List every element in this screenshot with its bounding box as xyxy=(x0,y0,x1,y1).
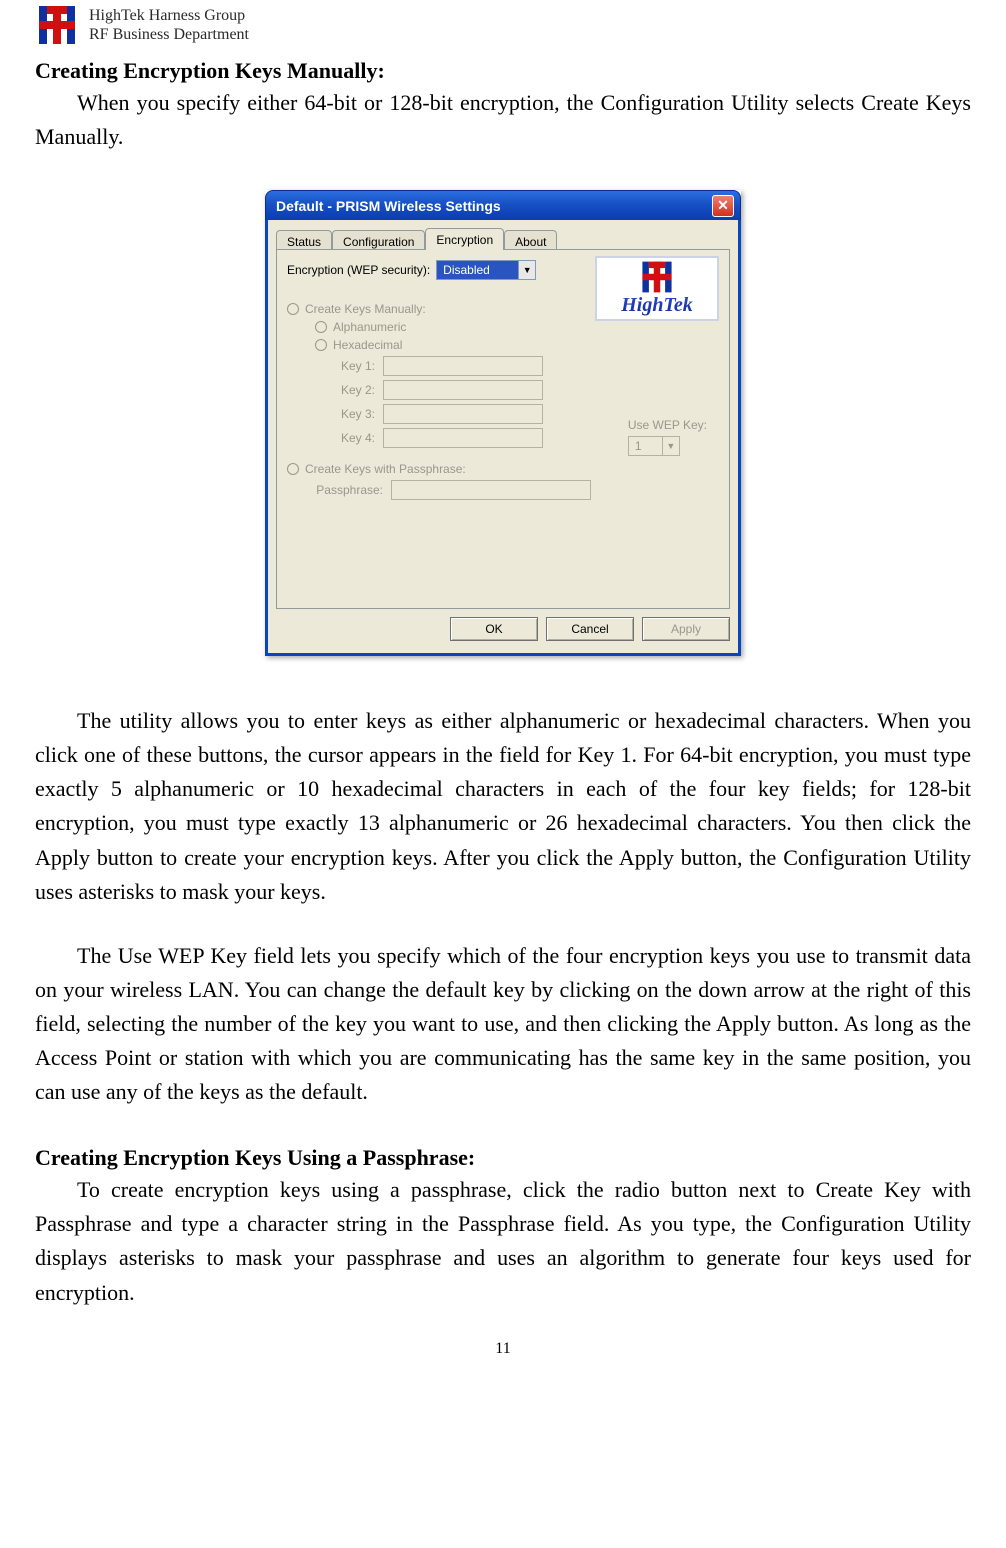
tab-row: Status Configuration Encryption About xyxy=(276,228,730,250)
wep-label: Encryption (WEP security): xyxy=(287,263,430,277)
passphrase-label: Passphrase: xyxy=(307,483,383,497)
hightek-badge: HighTek xyxy=(595,256,719,321)
paragraph-4: To create encryption keys using a passph… xyxy=(35,1173,971,1309)
page-header: HighTek Harness Group RF Business Depart… xyxy=(35,0,971,52)
create-passphrase-label: Create Keys with Passphrase: xyxy=(305,462,466,476)
key3-label: Key 3: xyxy=(331,407,375,421)
header-line-1: HighTek Harness Group xyxy=(89,6,249,25)
wep-combobox[interactable]: Disabled ▼ xyxy=(436,260,536,280)
radio-hexadecimal[interactable] xyxy=(315,339,327,351)
use-wep-combobox[interactable]: 1 ▼ xyxy=(628,436,680,456)
radio-alphanumeric[interactable] xyxy=(315,321,327,333)
passphrase-input[interactable] xyxy=(391,480,591,500)
paragraph-3: The Use WEP Key field lets you specify w… xyxy=(35,939,971,1109)
ok-button[interactable]: OK xyxy=(450,617,538,641)
section-heading-passphrase: Creating Encryption Keys Using a Passphr… xyxy=(35,1145,971,1171)
key4-label: Key 4: xyxy=(331,431,375,445)
prism-dialog: Default - PRISM Wireless Settings ✕ Stat… xyxy=(265,190,741,656)
cancel-button[interactable]: Cancel xyxy=(546,617,634,641)
key3-input[interactable] xyxy=(383,404,543,424)
create-manually-label: Create Keys Manually: xyxy=(305,302,426,316)
page-number: 11 xyxy=(35,1340,971,1358)
wep-selected-value: Disabled xyxy=(437,261,518,279)
dialog-title: Default - PRISM Wireless Settings xyxy=(276,198,501,214)
chevron-down-icon[interactable]: ▼ xyxy=(518,261,535,279)
hightek-badge-text: HighTek xyxy=(597,294,717,317)
radio-create-manually[interactable] xyxy=(287,303,299,315)
tab-encryption[interactable]: Encryption xyxy=(425,228,504,250)
hightek-logo-icon xyxy=(35,4,79,46)
apply-button[interactable]: Apply xyxy=(642,617,730,641)
close-icon[interactable]: ✕ xyxy=(712,195,734,217)
hexadecimal-label: Hexadecimal xyxy=(333,338,402,352)
key1-input[interactable] xyxy=(383,356,543,376)
header-line-2: RF Business Department xyxy=(89,25,249,44)
section-heading-manual: Creating Encryption Keys Manually: xyxy=(35,58,971,84)
alphanumeric-label: Alphanumeric xyxy=(333,320,406,334)
key2-label: Key 2: xyxy=(331,383,375,397)
key4-input[interactable] xyxy=(383,428,543,448)
paragraph-2: The utility allows you to enter keys as … xyxy=(35,704,971,909)
use-wep-value: 1 xyxy=(629,439,662,453)
dialog-titlebar[interactable]: Default - PRISM Wireless Settings ✕ xyxy=(265,190,741,220)
hightek-badge-logo-icon xyxy=(638,260,676,294)
key1-label: Key 1: xyxy=(331,359,375,373)
radio-create-passphrase[interactable] xyxy=(287,463,299,475)
use-wep-label: Use WEP Key: xyxy=(628,418,707,432)
key2-input[interactable] xyxy=(383,380,543,400)
paragraph-1: When you specify either 64-bit or 128-bi… xyxy=(35,86,971,154)
header-text: HighTek Harness Group RF Business Depart… xyxy=(89,6,249,44)
chevron-down-icon[interactable]: ▼ xyxy=(662,437,679,455)
tab-panel-encryption: Encryption (WEP security): Disabled ▼ xyxy=(276,249,730,609)
